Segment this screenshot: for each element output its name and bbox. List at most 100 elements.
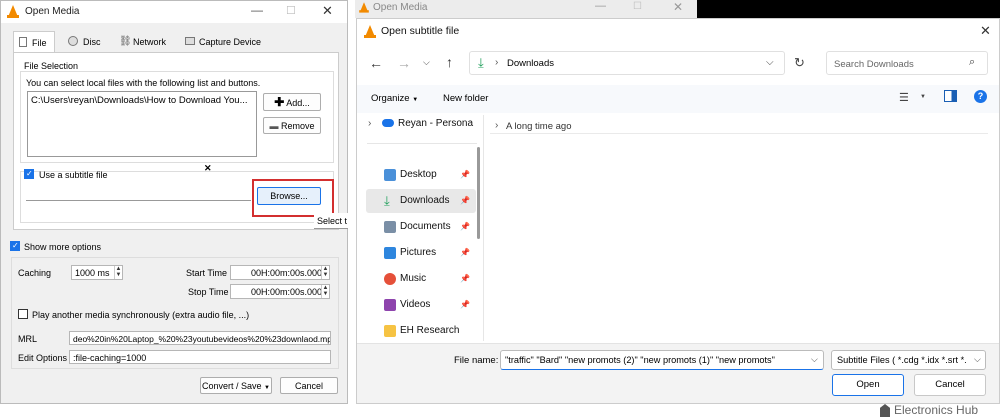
nav-item-eh-research[interactable]: EH Research Wc <box>366 319 476 339</box>
tooltip-text: Select t <box>317 216 348 226</box>
stop-time-spinbox[interactable]: 00H:00m:00s.000 ▲ ▼ <box>230 284 330 299</box>
play-another-label: Play another media synchronously (extra … <box>32 310 250 320</box>
cancel-button[interactable]: Cancel <box>280 377 338 394</box>
cancel-button[interactable]: Cancel <box>914 374 986 396</box>
music-icon <box>384 273 396 285</box>
title-bar: Open Media — ☐ ✕ <box>1 1 347 23</box>
use-subtitle-label: Use a subtitle file <box>39 170 108 180</box>
up-arrow-icon[interactable]: ↑ <box>446 54 453 70</box>
nav-item-downloads[interactable]: ⤓ Downloads 📌 <box>366 189 476 213</box>
convert-save-button[interactable]: Convert / Save ▼ <box>200 377 272 394</box>
spin-arrows-icon[interactable]: ▲ ▼ <box>114 266 122 279</box>
use-subtitle-checkbox[interactable] <box>24 169 34 179</box>
file-list-item[interactable]: C:\Users\reyan\Downloads\How to Download… <box>31 95 248 106</box>
recent-chevron-icon[interactable]: ⌵ <box>423 57 430 68</box>
file-list[interactable]: C:\Users\reyan\Downloads\How to Download… <box>27 91 257 157</box>
new-folder-button[interactable]: New folder <box>443 93 488 104</box>
search-icon[interactable]: ⌕ <box>969 56 975 69</box>
tab-label: Capture Device <box>199 37 262 47</box>
group-header-line <box>490 133 988 134</box>
refresh-icon[interactable]: ↻ <box>794 55 805 71</box>
help-icon[interactable]: ? <box>974 90 987 103</box>
subtitle-path-field[interactable] <box>26 199 251 201</box>
maximize-icon: ☐ <box>286 5 296 17</box>
tab-file[interactable]: File <box>13 31 55 53</box>
nav-item-documents[interactable]: Documents 📌 <box>366 215 476 239</box>
play-another-checkbox[interactable] <box>18 309 28 319</box>
nav-item-pictures[interactable]: Pictures 📌 <box>366 241 476 265</box>
tab-network[interactable]: ⛓ Network <box>115 31 175 51</box>
mrl-field[interactable]: deo%20in%20Laptop_%20%23youtubevideos%20… <box>69 331 331 345</box>
back-arrow-icon[interactable]: ← <box>369 55 383 71</box>
preview-pane-icon[interactable] <box>944 90 957 102</box>
tab-label: Disc <box>83 37 101 47</box>
tooltip: Select t <box>314 213 348 229</box>
edit-options-field[interactable]: :file-caching=1000 <box>69 350 331 364</box>
group-expand-chevron-icon[interactable]: › <box>495 120 498 131</box>
group-header[interactable]: A long time ago <box>506 121 572 132</box>
add-button[interactable]: ✚ Add... <box>263 93 321 111</box>
address-bar[interactable]: ⤓ › Downloads ⌵ <box>469 51 785 75</box>
background-window-titlebar: Open Media — ☐ ✕ <box>355 0 697 18</box>
cursor-icon: ✕ <box>204 163 212 173</box>
minimize-icon[interactable]: — <box>251 3 263 17</box>
file-selection-hint: You can select local files with the foll… <box>26 78 261 88</box>
organize-label: Organize <box>371 93 410 104</box>
file-icon <box>19 37 27 47</box>
close-icon[interactable]: ✕ <box>980 23 991 39</box>
breadcrumb[interactable]: Downloads <box>507 58 554 69</box>
pin-icon: 📌 <box>460 248 470 257</box>
browse-label: Browse... <box>270 191 308 201</box>
file-name-dropdown-icon[interactable]: ⌵ <box>809 354 818 365</box>
add-label: Add... <box>286 98 310 108</box>
close-icon[interactable]: ✕ <box>673 0 683 14</box>
browse-button[interactable]: Browse... <box>257 187 321 205</box>
pin-icon: 📌 <box>460 170 470 179</box>
search-input[interactable]: Search Downloads ⌕ <box>826 51 988 75</box>
address-dropdown-icon[interactable]: ⌵ <box>766 57 774 68</box>
search-placeholder: Search Downloads <box>834 59 914 70</box>
download-icon: ⤓ <box>478 55 484 70</box>
nav-item-videos[interactable]: Videos 📌 <box>366 293 476 317</box>
desktop-icon <box>384 169 396 181</box>
view-dropdown-icon[interactable]: ▼ <box>920 94 926 100</box>
folder-icon <box>384 325 396 337</box>
caching-spinbox[interactable]: 1000 ms ▲ ▼ <box>71 265 123 280</box>
show-more-checkbox[interactable] <box>10 241 20 251</box>
nav-expand-chevron-icon[interactable]: › <box>368 118 371 129</box>
close-icon[interactable]: ✕ <box>322 3 333 19</box>
forward-arrow-icon[interactable]: → <box>397 55 411 71</box>
tab-disc[interactable]: Disc <box>63 31 108 51</box>
cancel-label: Cancel <box>294 381 323 391</box>
file-name-input[interactable]: "traffic" "Bard" "new promots (2)" "new … <box>500 350 824 370</box>
start-time-label: Start Time <box>186 268 228 278</box>
spin-arrows-icon[interactable]: ▲ ▼ <box>321 285 329 298</box>
caching-label: Caching <box>18 268 52 278</box>
window-title: Open Media <box>25 6 80 17</box>
documents-icon <box>384 221 396 233</box>
start-time-value: 00H:00m:00s.000 <box>251 268 323 278</box>
remove-label: Remove <box>281 121 315 131</box>
file-name-label: File name: <box>454 355 499 366</box>
open-media-window: Open Media — ☐ ✕ File Disc ⛓ Network Cap… <box>0 0 348 404</box>
view-options-icon[interactable]: ☰ <box>899 91 909 104</box>
nav-item-music[interactable]: Music 📌 <box>366 267 476 291</box>
organize-button[interactable]: Organize ▼ <box>371 93 418 104</box>
spin-arrows-icon[interactable]: ▲ ▼ <box>321 266 329 279</box>
tab-capture-device[interactable]: Capture Device <box>181 31 271 51</box>
file-type-dropdown-icon[interactable]: ⌵ <box>972 354 981 365</box>
nav-item-label: Pictures <box>400 247 437 258</box>
remove-button[interactable]: ▬ Remove <box>263 117 321 134</box>
vlc-logo-icon <box>364 25 376 38</box>
maximize-icon: ☐ <box>633 1 642 12</box>
nav-pane-scrollbar[interactable] <box>477 147 480 239</box>
open-button[interactable]: Open <box>832 374 904 396</box>
capture-icon <box>185 37 195 45</box>
caching-value: 1000 ms <box>75 268 110 278</box>
nav-item-label: Videos <box>400 299 431 310</box>
nav-item-onedrive[interactable]: Reyan - Persona <box>372 112 476 136</box>
nav-item-desktop[interactable]: Desktop 📌 <box>366 163 476 187</box>
minimize-icon[interactable]: — <box>595 0 606 12</box>
start-time-spinbox[interactable]: 00H:00m:00s.000 ▲ ▼ <box>230 265 330 280</box>
file-type-select[interactable]: Subtitle Files ( *.cdg *.idx *.srt *. ⌵ <box>831 350 986 370</box>
